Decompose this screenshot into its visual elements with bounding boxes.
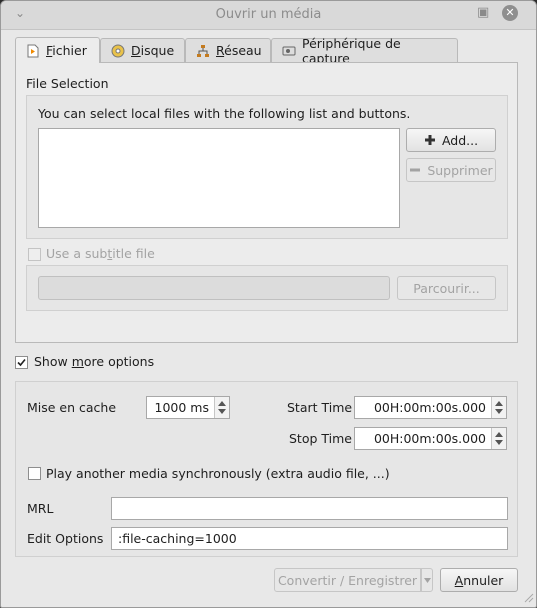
spin-up-icon[interactable]: [495, 432, 503, 437]
file-selection-group-title: File Selection: [26, 76, 109, 91]
convert-dropdown-button[interactable]: [421, 568, 433, 592]
subtitle-path-field[interactable]: [38, 276, 390, 300]
convert-save-label: Convertir / Enregistrer: [277, 572, 418, 588]
disc-icon: [111, 44, 125, 58]
tab-fichier-label: Fichier: [46, 43, 87, 58]
show-more-options-checkbox[interactable]: [15, 356, 28, 369]
close-icon[interactable]: ✕: [502, 5, 518, 21]
file-selection-description: You can select local files with the foll…: [38, 106, 411, 121]
tab-reseau-label: Réseau: [216, 43, 262, 58]
tab-peripherique-de-capture[interactable]: Périphérique de capture: [271, 36, 458, 66]
browse-subtitle-button[interactable]: Parcourir...: [397, 276, 496, 300]
mrl-label: MRL: [27, 501, 54, 516]
add-button-label: Add...: [441, 132, 479, 148]
remove-file-button[interactable]: Supprimer: [406, 158, 496, 182]
plus-icon: [424, 135, 435, 145]
start-time-spinbox[interactable]: 00H:00m:00s.000: [354, 396, 507, 419]
start-time-value: 00H:00m:00s.000: [373, 400, 486, 415]
tab-reseau[interactable]: Réseau: [185, 38, 271, 62]
cache-spin-buttons[interactable]: [214, 397, 229, 418]
play-another-media-label: Play another media synchronously (extra …: [46, 466, 390, 481]
tab-peripherique-label: Périphérique de capture: [302, 35, 401, 66]
tab-disque[interactable]: Disque: [100, 38, 185, 62]
start-time-spin-buttons[interactable]: [491, 397, 506, 418]
mrl-field[interactable]: [111, 497, 508, 520]
stop-time-value: 00H:00m:00s.000: [373, 431, 486, 446]
spin-down-icon[interactable]: [495, 440, 503, 445]
spin-up-icon[interactable]: [218, 401, 226, 406]
stop-time-spinbox[interactable]: 00H:00m:00s.000: [354, 427, 507, 450]
cache-spinbox[interactable]: 1000 ms: [146, 396, 230, 419]
restore-icon[interactable]: ▣: [477, 5, 489, 20]
cache-value: 1000 ms: [154, 400, 209, 415]
open-media-dialog: ⌄ Ouvrir un média ▣ ✕ Fichier Disque Rés…: [0, 0, 537, 608]
browse-button-label: Parcourir...: [413, 280, 480, 296]
file-selection-group: You can select local files with the foll…: [26, 95, 508, 239]
use-subtitle-checkbox[interactable]: [28, 248, 41, 261]
tab-fichier[interactable]: Fichier: [15, 37, 100, 63]
cancel-button[interactable]: Annuler: [440, 568, 518, 592]
fichier-tab-panel: File Selection You can select local file…: [15, 62, 518, 343]
spin-down-icon[interactable]: [218, 409, 226, 414]
resize-grip-icon[interactable]: [522, 591, 534, 603]
minus-icon: [410, 168, 421, 172]
network-icon: [196, 44, 210, 58]
file-icon: [26, 44, 40, 58]
add-file-button[interactable]: Add...: [406, 128, 496, 152]
use-subtitle-label: Use a subtitle file: [46, 246, 155, 261]
tab-disque-label: Disque: [131, 43, 175, 58]
subtitle-group: Parcourir...: [26, 265, 508, 311]
stop-time-spin-buttons[interactable]: [491, 428, 506, 449]
spin-up-icon[interactable]: [495, 401, 503, 406]
remove-button-label: Supprimer: [427, 162, 493, 178]
edit-options-field[interactable]: :file-caching=1000: [111, 527, 508, 550]
show-more-options-label: Show more options: [34, 354, 155, 369]
cache-label: Mise en cache: [27, 400, 117, 415]
convert-save-button[interactable]: Convertir / Enregistrer: [274, 568, 421, 592]
start-time-label: Start Time: [287, 400, 353, 415]
stop-time-label: Stop Time: [289, 431, 352, 446]
chevron-down-icon: [423, 577, 431, 583]
window-title: Ouvrir un média: [215, 7, 322, 22]
advanced-options-panel: Mise en cache 1000 ms Start Time 00H:00m…: [15, 381, 518, 557]
checkmark-icon: [17, 358, 26, 367]
play-another-media-checkbox[interactable]: [28, 467, 41, 480]
edit-options-label: Edit Options: [27, 531, 104, 546]
spin-down-icon[interactable]: [495, 409, 503, 414]
title-bar: ⌄ Ouvrir un média ▣ ✕: [1, 1, 536, 30]
capture-device-icon: [282, 44, 296, 58]
cancel-label: Annuler: [454, 572, 504, 588]
file-list[interactable]: [38, 128, 400, 228]
